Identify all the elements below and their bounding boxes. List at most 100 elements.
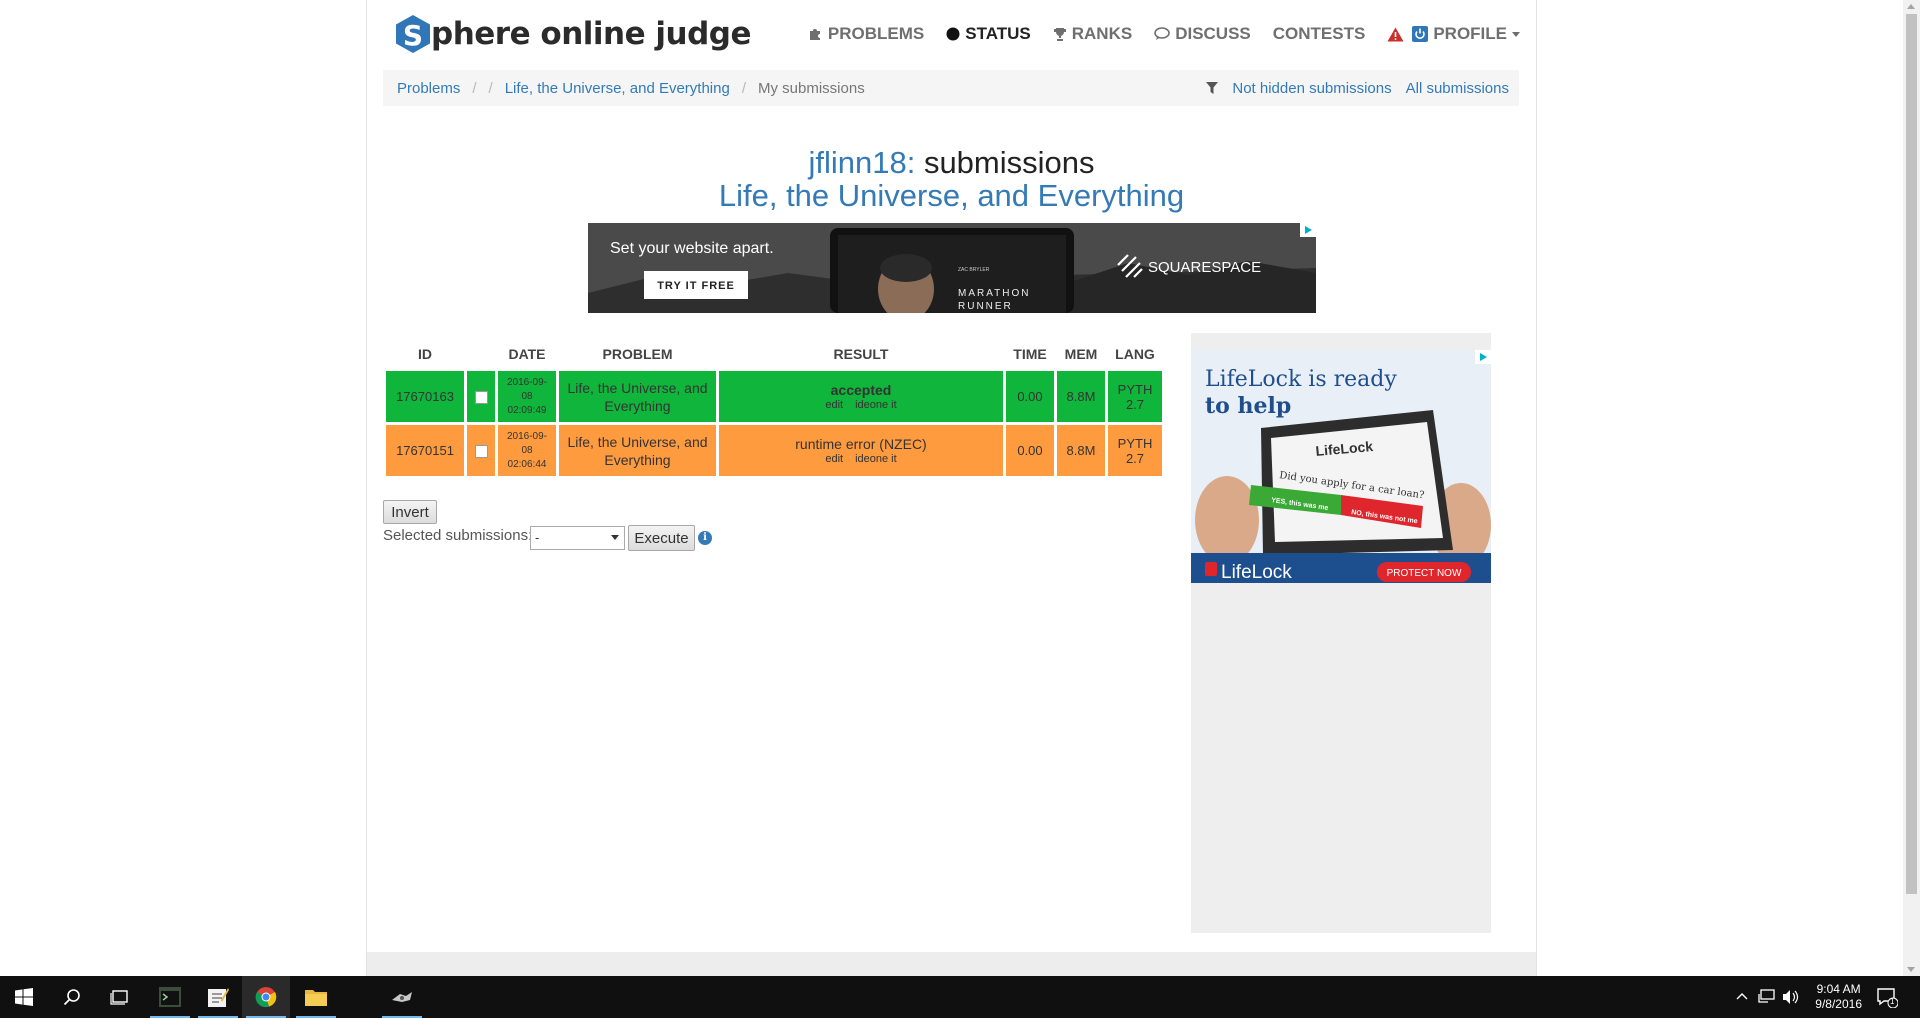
ideone-link[interactable]: ideone it: [855, 399, 897, 411]
edit-link[interactable]: edit: [825, 399, 843, 411]
breadcrumb-problems[interactable]: Problems: [397, 80, 460, 97]
nav-ranks[interactable]: RANKS: [1053, 24, 1132, 44]
network-icon: [1758, 989, 1775, 1003]
invert-button[interactable]: Invert: [383, 500, 437, 524]
row-checkbox-cell: [467, 371, 495, 422]
breadcrumb-separator: /: [472, 79, 477, 97]
date-part: 08: [521, 390, 533, 402]
app-icon: [392, 992, 412, 1002]
problem-title-link[interactable]: Life, the Universe, and Everything: [367, 178, 1536, 214]
chevron-down-icon: [1512, 31, 1520, 37]
nav-contests-label: CONTESTS: [1272, 24, 1366, 43]
submission-problem[interactable]: Life, the Universe, and Everything: [559, 371, 716, 422]
action-center-button[interactable]: 1: [1876, 986, 1899, 1009]
nav-contests[interactable]: CONTESTS: [1273, 24, 1366, 44]
show-hidden-icons[interactable]: [1736, 990, 1748, 1008]
execute-button[interactable]: Execute: [628, 525, 695, 551]
row-checkbox[interactable]: [474, 445, 488, 459]
submission-time: 0.00: [1006, 425, 1054, 476]
chrome-icon: [255, 987, 277, 1008]
logo-text: phere online judge: [431, 16, 752, 52]
col-lang[interactable]: LANG: [1108, 340, 1162, 368]
table-row: 17670163 2016-09- 08 02:09:49 Life, the …: [386, 371, 1162, 422]
main-nav: PROBLEMS STATUS RANKS DISCUSS CONTESTS P…: [787, 24, 1520, 44]
col-id[interactable]: ID: [386, 340, 464, 368]
time-part: 02:06:44: [507, 458, 547, 470]
result-status[interactable]: runtime error (NZEC): [721, 436, 1001, 452]
edit-link[interactable]: edit: [825, 453, 843, 465]
col-result[interactable]: RESULT: [719, 340, 1003, 368]
submission-mem: 8.8M: [1057, 371, 1105, 422]
clock-time: 9:04 AM: [1816, 982, 1861, 996]
breadcrumb-problem[interactable]: Life, the Universe, and Everything: [505, 80, 730, 97]
chevron-up-icon: [1736, 993, 1748, 1000]
vertical-scrollbar[interactable]: [1903, 0, 1920, 976]
page-title: jflinn18: submissions: [367, 145, 1536, 181]
volume-tray[interactable]: [1782, 989, 1800, 1010]
nav-discuss-label: DISCUSS: [1175, 24, 1251, 43]
taskbar-app-terminal[interactable]: [146, 976, 194, 1018]
all-submissions-link[interactable]: All submissions: [1406, 80, 1509, 97]
breadcrumb: Problems / / Life, the Universe, and Eve…: [383, 70, 1519, 106]
breadcrumb-separator: /: [741, 79, 746, 97]
action-select[interactable]: -: [530, 526, 625, 550]
lang-version: 2.7: [1125, 396, 1145, 412]
taskbar-app-notepad[interactable]: [194, 976, 242, 1018]
taskbar-app-chrome[interactable]: [242, 976, 290, 1018]
user-link[interactable]: jflinn18:: [808, 145, 915, 180]
system-clock[interactable]: 9:04 AM 9/8/2016: [1815, 982, 1862, 1012]
circle-icon: [946, 27, 960, 41]
ideone-link[interactable]: ideone it: [855, 453, 897, 465]
task-view-button[interactable]: [96, 976, 144, 1018]
col-problem[interactable]: PROBLEM: [559, 340, 716, 368]
submission-date: 2016-09- 08 02:09:49: [498, 371, 556, 422]
row-checkbox[interactable]: [474, 391, 488, 405]
side-ad[interactable]: LifeLock is ready to help LifeLock Did y…: [1191, 350, 1491, 583]
submissions-table: ID DATE PROBLEM RESULT TIME MEM LANG 176…: [383, 337, 1165, 479]
taskbar-app-other[interactable]: [378, 976, 426, 1018]
folder-icon: [305, 990, 327, 1006]
warning-icon: [1387, 27, 1404, 41]
info-icon[interactable]: i: [698, 531, 712, 545]
col-date[interactable]: DATE: [498, 340, 556, 368]
submission-id[interactable]: 17670151: [386, 425, 464, 476]
submission-mem: 8.8M: [1057, 425, 1105, 476]
nav-discuss[interactable]: DISCUSS: [1154, 24, 1251, 44]
submission-problem[interactable]: Life, the Universe, and Everything: [559, 425, 716, 476]
taskbar-app-explorer[interactable]: [292, 976, 340, 1018]
side-ad-footer-brand: LifeLock: [1221, 562, 1292, 583]
lang-version: 2.7: [1125, 450, 1145, 466]
chevron-down-icon: [611, 535, 619, 540]
nav-status-label: STATUS: [965, 24, 1031, 43]
table-header-row: ID DATE PROBLEM RESULT TIME MEM LANG: [386, 340, 1162, 368]
site-logo[interactable]: S phere online judge: [393, 14, 752, 54]
nav-profile[interactable]: PROFILE: [1387, 24, 1520, 44]
task-view-icon: [110, 990, 128, 1005]
trophy-icon: [1053, 28, 1066, 41]
col-mem[interactable]: MEM: [1057, 340, 1105, 368]
result-status[interactable]: accepted: [721, 382, 1001, 398]
submission-id[interactable]: 17670163: [386, 371, 464, 422]
start-button[interactable]: [0, 976, 48, 1018]
nav-problems[interactable]: PROBLEMS: [809, 24, 924, 44]
browser-viewport: S phere online judge PROBLEMS STATUS RAN…: [0, 0, 1903, 976]
submission-lang: PYTH 2.7: [1108, 425, 1162, 476]
banner-ad[interactable]: Set your website apart. TRY IT FREE ZAC …: [588, 223, 1316, 313]
scrollbar-thumb[interactable]: [1906, 14, 1917, 894]
page-container: S phere online judge PROBLEMS STATUS RAN…: [366, 0, 1537, 976]
search-button[interactable]: [48, 976, 96, 1018]
scroll-down-icon[interactable]: [1907, 967, 1915, 972]
col-time[interactable]: TIME: [1006, 340, 1054, 368]
scroll-up-icon[interactable]: [1907, 4, 1915, 9]
title-suffix: submissions: [915, 145, 1095, 180]
not-hidden-submissions-link[interactable]: Not hidden submissions: [1232, 80, 1391, 97]
terminal-icon: [159, 987, 181, 1007]
nav-status[interactable]: STATUS: [946, 24, 1031, 44]
date-part: 2016-09-: [506, 430, 548, 442]
date-part: 2016-09-: [506, 376, 548, 388]
nav-profile-label: PROFILE: [1433, 24, 1507, 43]
submission-time: 0.00: [1006, 371, 1054, 422]
banner-cta: TRY IT FREE: [657, 280, 735, 292]
search-icon: [63, 989, 80, 1006]
network-tray[interactable]: [1758, 989, 1776, 1010]
